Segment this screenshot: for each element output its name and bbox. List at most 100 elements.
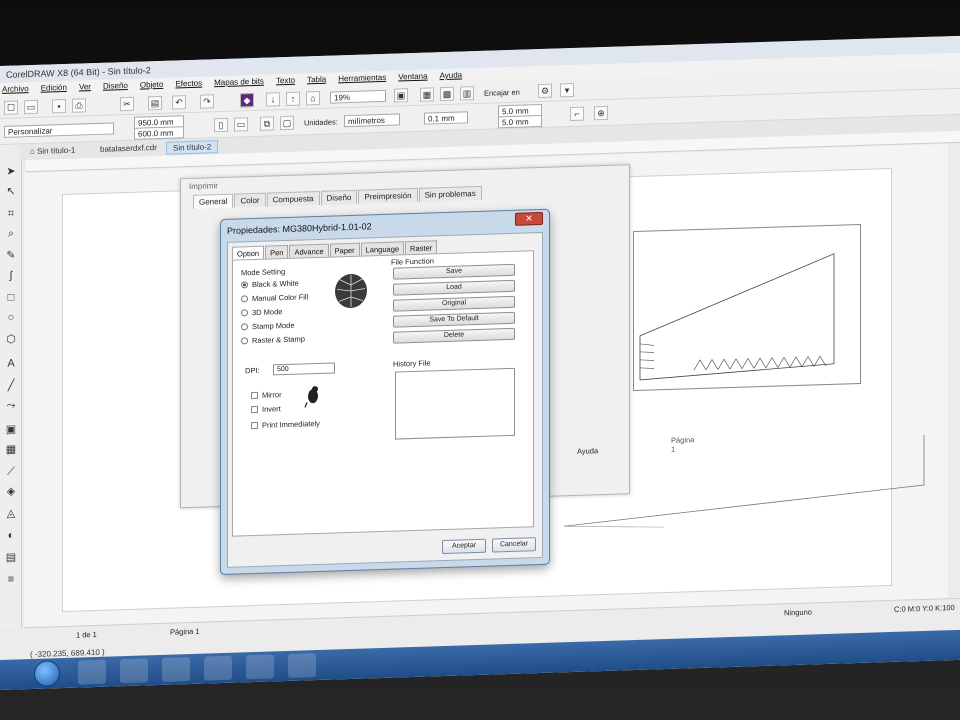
portrait-icon[interactable]: ▯: [214, 117, 228, 133]
internet-explorer-icon[interactable]: [78, 659, 106, 685]
full-screen-icon[interactable]: ▣: [394, 88, 408, 103]
zoom-tool-icon[interactable]: ⌕: [4, 226, 18, 240]
interactive-fill-icon[interactable]: ◈: [4, 484, 18, 498]
print-icon[interactable]: ⎙: [72, 98, 86, 113]
ellipse-tool-icon[interactable]: ○: [4, 310, 18, 324]
menu-ayuda[interactable]: Ayuda: [440, 70, 463, 81]
new-document-icon[interactable]: ☐: [4, 100, 18, 115]
dpi-dropdown[interactable]: 500: [273, 362, 335, 376]
eyedropper-icon[interactable]: ⟋: [4, 464, 18, 478]
menu-diseno[interactable]: Diseño: [103, 81, 128, 92]
tab-compuesta[interactable]: Compuesta: [266, 190, 320, 207]
menu-archivo[interactable]: Archivo: [2, 84, 29, 95]
tab-sin-problemas[interactable]: Sin problemas: [418, 185, 482, 202]
menu-herramientas[interactable]: Herramientas: [338, 73, 386, 85]
media-player-icon[interactable]: [120, 658, 148, 684]
shape-tool-icon[interactable]: ↖: [4, 184, 18, 198]
invert-checkbox[interactable]: [251, 405, 258, 414]
paste-icon[interactable]: ▤: [148, 95, 162, 111]
menu-texto[interactable]: Texto: [276, 76, 295, 87]
text-tool-icon[interactable]: A: [4, 356, 18, 370]
menu-ventana[interactable]: Ventana: [398, 72, 427, 83]
application-launcher-icon[interactable]: ▾: [560, 82, 574, 98]
page-tab[interactable]: Página 1: [170, 627, 200, 637]
pdf-icon[interactable]: ⌂: [306, 90, 320, 106]
current-page-icon[interactable]: ▢: [280, 115, 294, 131]
cancel-button[interactable]: Cancelar: [492, 537, 536, 553]
rulers-icon[interactable]: ▦: [420, 87, 434, 102]
menu-mapas[interactable]: Mapas de bits: [214, 77, 264, 89]
help-button[interactable]: Ayuda: [577, 446, 598, 456]
tab-diseno[interactable]: Diseño: [320, 189, 358, 205]
artistic-media-icon[interactable]: ʃ: [4, 268, 18, 282]
snap-to-dropdown[interactable]: Encajar en: [484, 88, 520, 98]
corel-connect-icon[interactable]: ◆: [240, 93, 254, 108]
accept-button[interactable]: Aceptar: [442, 538, 486, 555]
menu-ver[interactable]: Ver: [79, 82, 91, 92]
folder-icon[interactable]: [246, 654, 274, 680]
menu-efectos[interactable]: Efectos: [175, 79, 202, 90]
treat-as-filled-icon[interactable]: ⌐: [570, 106, 584, 122]
smart-fill-icon[interactable]: ◬: [4, 506, 18, 520]
mode-3d-radio[interactable]: [241, 309, 248, 317]
parallel-dimension-icon[interactable]: ╱: [4, 378, 18, 392]
save-to-default-button[interactable]: Save To Default: [393, 311, 515, 328]
connector-tool-icon[interactable]: ⤳: [4, 398, 18, 412]
grid-icon[interactable]: ▩: [440, 86, 454, 102]
fill-icon[interactable]: ▤: [4, 550, 18, 564]
zoom-level-field[interactable]: 19%: [330, 89, 386, 104]
load-button[interactable]: Load: [393, 279, 515, 296]
freehand-tool-icon[interactable]: ✎: [4, 248, 18, 262]
history-file-list[interactable]: [395, 367, 515, 440]
pick-tool-icon[interactable]: ➤: [4, 164, 18, 178]
units-dropdown[interactable]: milímetros: [344, 113, 400, 128]
customize-tools-icon[interactable]: ≡: [4, 572, 18, 586]
mirror-checkbox[interactable]: [251, 391, 258, 400]
redo-icon[interactable]: ↷: [200, 94, 214, 109]
cut-icon[interactable]: ✂: [120, 96, 134, 112]
tab-batalaserdxf[interactable]: batalaserdxf.cdr: [94, 142, 163, 157]
quick-customize-icon[interactable]: ⊕: [594, 105, 608, 121]
landscape-icon[interactable]: ▭: [234, 117, 248, 132]
duplicate-y-field[interactable]: 5.0 mm: [498, 114, 542, 129]
tab-color[interactable]: Color: [234, 192, 266, 208]
tab-preimpresion[interactable]: Preimpresión: [358, 187, 418, 204]
page-preset-dropdown[interactable]: Personalizar: [4, 122, 114, 138]
tab-paper[interactable]: Paper: [329, 242, 360, 257]
outline-pen-icon[interactable]: ◐: [4, 528, 18, 542]
import-icon[interactable]: ↓: [266, 92, 280, 107]
menu-objeto[interactable]: Objeto: [140, 80, 164, 91]
open-folder-icon[interactable]: ▭: [24, 99, 38, 115]
start-button-icon[interactable]: [34, 660, 60, 687]
close-icon[interactable]: ✕: [515, 211, 543, 226]
drop-shadow-icon[interactable]: ▣: [4, 422, 18, 436]
mode-stamp-radio[interactable]: [241, 323, 248, 331]
polygon-tool-icon[interactable]: ⬡: [4, 332, 18, 346]
mode-raster-stamp-radio[interactable]: [241, 337, 248, 345]
print-immediately-checkbox[interactable]: [251, 421, 258, 430]
tab-advance[interactable]: Advance: [289, 243, 329, 258]
corel-app-icon[interactable]: [204, 655, 232, 681]
tab-pen[interactable]: Pen: [265, 244, 289, 259]
menu-tabla[interactable]: Tabla: [307, 75, 326, 86]
tab-general[interactable]: General: [193, 193, 234, 209]
mode-manual-color-radio[interactable]: [241, 295, 248, 303]
options-gear-icon[interactable]: ⚙: [538, 83, 552, 99]
save-icon[interactable]: ▪: [52, 98, 66, 114]
crop-tool-icon[interactable]: ⌗: [4, 206, 18, 220]
nudge-distance-field[interactable]: 0.1 mm: [424, 111, 468, 125]
rectangle-tool-icon[interactable]: □: [4, 290, 18, 304]
undo-icon[interactable]: ↶: [172, 95, 186, 110]
tab-raster[interactable]: Raster: [405, 240, 438, 255]
save-button[interactable]: Save: [393, 263, 515, 280]
mode-black-white-radio[interactable]: [241, 281, 248, 289]
original-button[interactable]: Original: [393, 295, 515, 312]
menu-edicion[interactable]: Edición: [41, 83, 67, 94]
transparency-icon[interactable]: ▦: [4, 442, 18, 456]
all-pages-icon[interactable]: ⧉: [260, 116, 274, 131]
tab-sin-titulo-2[interactable]: Sin título-2: [166, 140, 219, 155]
tab-option[interactable]: Option: [232, 245, 265, 260]
file-explorer-icon[interactable]: [162, 657, 190, 682]
page-height-field[interactable]: 600.0 mm: [134, 126, 184, 140]
export-icon[interactable]: ↑: [286, 91, 300, 107]
